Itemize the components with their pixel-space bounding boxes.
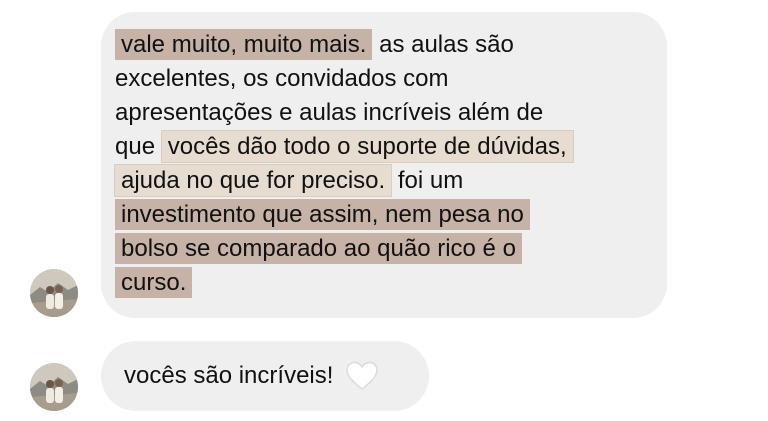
message-line: ajuda no que for preciso. foi um: [113, 164, 649, 198]
message-line: que vocês dão todo o suporte de dúvidas,: [115, 130, 649, 164]
message-line: bolso se comparado ao quão rico é o: [115, 232, 649, 266]
highlighted-text-segment: vale muito, muito mais.: [115, 29, 373, 60]
text-segment: que: [115, 133, 162, 160]
message-line: vale muito, muito mais. as aulas são: [115, 28, 649, 62]
message-line: investimento que assim, nem pesa no: [115, 198, 649, 232]
message-bubble[interactable]: vale muito, muito mais. as aulas são exce…: [101, 12, 667, 318]
avatar-photo-icon: [30, 363, 78, 411]
text-segment: excelentes, os convidados com: [115, 65, 449, 92]
text-segment: apresentações e aulas incríveis além de: [115, 99, 544, 126]
highlighted-text-segment: curso.: [115, 267, 193, 298]
avatar[interactable]: [30, 269, 78, 317]
text-segment: foi um: [391, 167, 464, 194]
chat-thread: vale muito, muito mais. as aulas são exce…: [0, 0, 768, 421]
highlighted-text-segment: vocês dão todo o suporte de dúvidas,: [160, 130, 574, 163]
message-text: vale muito, muito mais. as aulas são exce…: [113, 28, 649, 300]
text-segment: as aulas são: [372, 31, 514, 58]
message-line: curso.: [115, 266, 649, 300]
white-heart-icon: [345, 361, 379, 391]
highlighted-text-segment: ajuda no que for preciso.: [113, 164, 393, 197]
avatar[interactable]: [30, 363, 78, 411]
message-line: apresentações e aulas incríveis além de: [115, 96, 649, 130]
avatar-photo-icon: [30, 269, 78, 317]
message-line: excelentes, os convidados com: [115, 62, 649, 96]
message-text: vocês são incríveis!: [124, 362, 334, 389]
message-bubble[interactable]: vocês são incríveis!: [101, 341, 429, 411]
highlighted-text-segment: bolso se comparado ao quão rico é o: [115, 233, 522, 264]
highlighted-text-segment: investimento que assim, nem pesa no: [115, 199, 530, 230]
